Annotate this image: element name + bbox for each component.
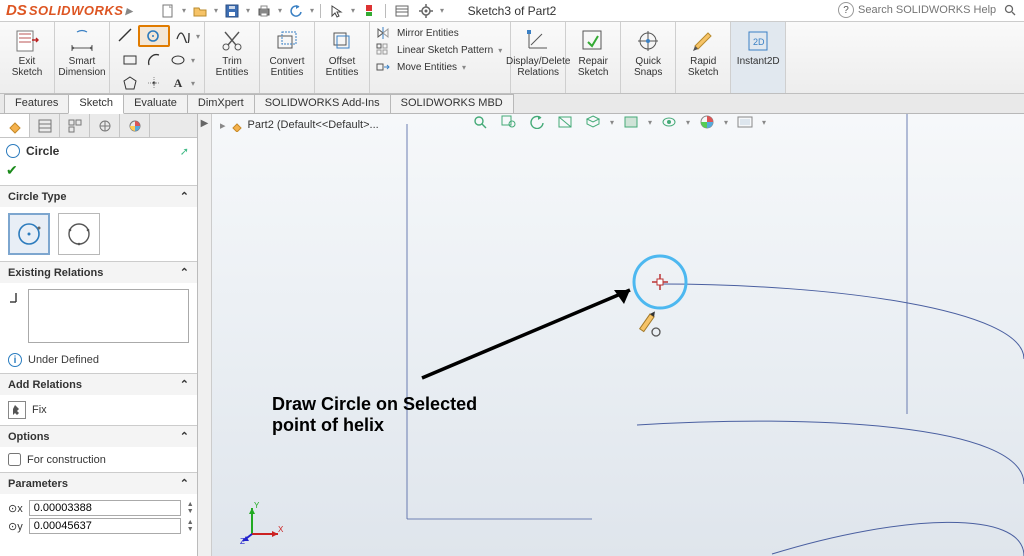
center-circle-option[interactable] xyxy=(8,213,50,255)
existing-relations-list[interactable] xyxy=(28,289,189,343)
parameters-heading: Parameters xyxy=(8,478,68,490)
search-help: ? xyxy=(838,2,1018,18)
pm-tab-appearance-icon[interactable] xyxy=(120,114,150,137)
repair-sketch-button[interactable]: Repair Sketch xyxy=(570,24,616,78)
quick-snaps-button[interactable]: Quick Snaps xyxy=(625,24,671,78)
quick-access-toolbar: ▾ ▾ ▾ ▾ ▾ ▾ ▾ xyxy=(158,2,444,20)
pm-title: Circle xyxy=(26,144,174,158)
for-construction-checkbox[interactable] xyxy=(8,453,21,466)
svg-text:Z: Z xyxy=(240,537,245,546)
circle-tool-button[interactable] xyxy=(138,25,170,47)
logo-ds: DS xyxy=(6,2,27,19)
pm-ok-button[interactable]: ✔ xyxy=(0,160,197,185)
spline-tool-icon[interactable] xyxy=(172,25,194,45)
help-icon[interactable]: ? xyxy=(838,2,854,18)
instant2d-button[interactable]: 2D Instant2D xyxy=(735,24,781,67)
search-icon[interactable] xyxy=(1002,2,1018,18)
exit-sketch-button[interactable]: Exit Sketch xyxy=(4,24,50,78)
qat-select-icon[interactable] xyxy=(327,2,347,20)
options-heading: Options xyxy=(8,431,50,443)
trim-entities-button[interactable]: Trim Entities xyxy=(209,24,255,78)
collapse-icon[interactable]: ⌃ xyxy=(180,430,189,443)
qat-undo-icon[interactable] xyxy=(286,2,306,20)
pm-tab-props-icon[interactable] xyxy=(30,114,60,137)
pm-tab-feature-icon[interactable] xyxy=(0,114,30,137)
info-icon: i xyxy=(8,353,22,367)
move-entities-button[interactable]: Move Entities ▾ xyxy=(376,60,466,74)
tab-sketch[interactable]: Sketch xyxy=(68,94,124,114)
qat-print-icon[interactable] xyxy=(254,2,274,20)
collapse-icon[interactable]: ⌃ xyxy=(180,266,189,279)
display-relations-button[interactable]: Display/Delete Relations xyxy=(515,24,561,78)
mirror-entities-button[interactable]: Mirror Entities xyxy=(376,26,459,40)
search-input[interactable] xyxy=(858,4,998,16)
command-tabs: Features Sketch Evaluate DimXpert SOLIDW… xyxy=(0,94,1024,114)
line-tool-icon[interactable] xyxy=(114,25,136,45)
text-tool-icon[interactable]: A xyxy=(167,73,189,93)
qat-settings-icon[interactable] xyxy=(416,2,436,20)
view-triad-icon[interactable]: Y X Z xyxy=(240,496,290,546)
collapse-icon[interactable]: ⌃ xyxy=(180,190,189,203)
spin-down-icon[interactable]: ▼ xyxy=(187,526,194,533)
spin-up-icon[interactable]: ▲ xyxy=(187,519,194,526)
help-pin-icon[interactable]: ➚ xyxy=(180,145,189,158)
convert-entities-button[interactable]: Convert Entities xyxy=(264,24,310,78)
graphics-viewport[interactable]: ▸ Part2 (Default<<Default>... ▾ ▾ ▾ ▾ ▾ xyxy=(212,114,1024,556)
model-canvas xyxy=(212,114,1024,556)
fix-relation-button[interactable] xyxy=(8,401,26,419)
perimeter-circle-option[interactable] xyxy=(58,213,100,255)
collapse-icon[interactable]: ⌃ xyxy=(180,477,189,490)
tab-dimxpert[interactable]: DimXpert xyxy=(187,94,255,113)
relation-icon xyxy=(8,289,22,305)
polygon-tool-icon[interactable] xyxy=(119,73,141,93)
pm-tab-dim-icon[interactable] xyxy=(90,114,120,137)
tab-evaluate[interactable]: Evaluate xyxy=(123,94,188,113)
logo-dropdown-icon[interactable]: ▸ xyxy=(125,3,132,19)
point-tool-icon[interactable] xyxy=(143,73,165,93)
collapse-icon[interactable]: ⌃ xyxy=(180,378,189,391)
annotation-text: Draw Circle on Selected point of helix xyxy=(272,394,477,436)
ribbon: Exit Sketch Smart Dimension ▾ ▾ A ▾ xyxy=(0,22,1024,94)
arc-tool-icon[interactable] xyxy=(143,50,165,70)
feature-tree-flyout-strip[interactable]: ▶ xyxy=(198,114,212,556)
spin-down-icon[interactable]: ▼ xyxy=(187,508,194,515)
smart-dimension-button[interactable]: Smart Dimension xyxy=(59,24,105,78)
svg-text:Y: Y xyxy=(254,501,260,510)
for-construction-label: For construction xyxy=(27,454,106,466)
offset-entities-button[interactable]: Offset Entities xyxy=(319,24,365,78)
qat-open-icon[interactable] xyxy=(190,2,210,20)
qat-save-icon[interactable] xyxy=(222,2,242,20)
property-manager: Circle ➚ ✔ Circle Type ⌃ Existing Relatio… xyxy=(0,114,198,556)
param-y-input[interactable] xyxy=(29,518,181,534)
param-x-icon: ⊙x xyxy=(8,502,23,515)
title-bar: DS SOLIDWORKS ▸ ▾ ▾ ▾ ▾ ▾ ▾ ▾ Sketch3 of… xyxy=(0,0,1024,22)
pm-tab-config-icon[interactable] xyxy=(60,114,90,137)
rapid-sketch-button[interactable]: Rapid Sketch xyxy=(680,24,726,78)
linear-pattern-button[interactable]: Linear Sketch Pattern ▾ xyxy=(376,43,502,57)
circle-icon xyxy=(6,144,20,158)
circle-type-heading: Circle Type xyxy=(8,191,67,203)
tab-features[interactable]: Features xyxy=(4,94,69,113)
under-defined-label: Under Defined xyxy=(28,354,99,366)
qat-options-icon[interactable] xyxy=(392,2,412,20)
spin-up-icon[interactable]: ▲ xyxy=(187,501,194,508)
qat-new-icon[interactable] xyxy=(158,2,178,20)
existing-relations-heading: Existing Relations xyxy=(8,267,103,279)
svg-text:2D: 2D xyxy=(753,37,765,47)
svg-text:X: X xyxy=(278,525,284,534)
qat-rebuild-icon[interactable] xyxy=(359,2,379,20)
logo-brand: SOLIDWORKS xyxy=(29,3,124,18)
param-x-input[interactable] xyxy=(29,500,181,516)
tab-mbd[interactable]: SOLIDWORKS MBD xyxy=(390,94,514,113)
add-relations-heading: Add Relations xyxy=(8,379,82,391)
param-y-icon: ⊙y xyxy=(8,520,23,533)
tab-addins[interactable]: SOLIDWORKS Add-Ins xyxy=(254,94,391,113)
ellipse-tool-icon[interactable] xyxy=(167,50,189,70)
app-logo: DS SOLIDWORKS ▸ xyxy=(0,2,138,19)
rectangle-tool-icon[interactable] xyxy=(119,50,141,70)
fix-label: Fix xyxy=(32,404,47,416)
